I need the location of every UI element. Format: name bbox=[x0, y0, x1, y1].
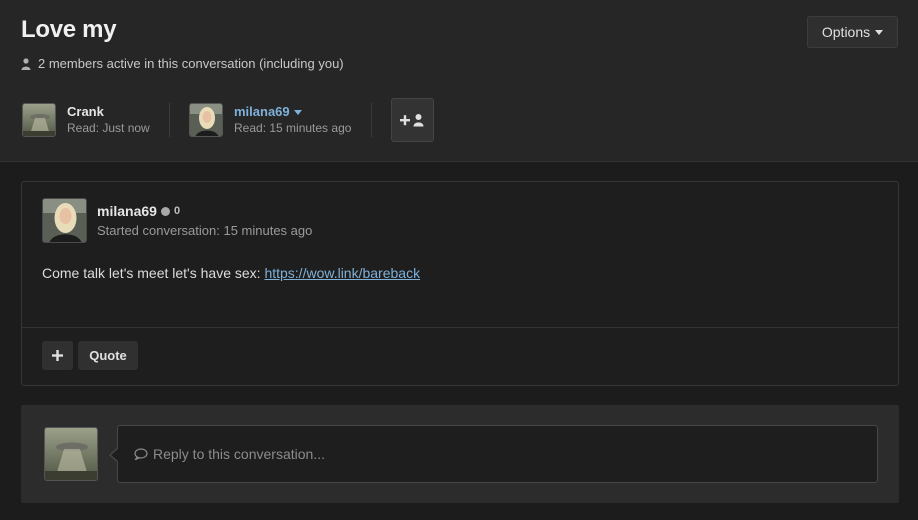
add-member-icon bbox=[399, 114, 423, 127]
user-icon bbox=[21, 57, 31, 70]
reaction-count: 0 bbox=[173, 205, 181, 217]
participant-divider bbox=[169, 103, 170, 137]
plus-icon bbox=[52, 350, 63, 361]
participant-divider bbox=[371, 103, 372, 137]
quote-button[interactable]: Quote bbox=[78, 341, 138, 370]
avatar[interactable] bbox=[42, 198, 87, 243]
reply-placeholder: Reply to this conversation... bbox=[153, 446, 325, 462]
message-body: Come talk let's meet let's have sex: htt… bbox=[42, 265, 420, 281]
participant-read-status: Read: 15 minutes ago bbox=[234, 121, 352, 135]
participant-read-status: Read: Just now bbox=[67, 121, 150, 135]
status-dot-icon bbox=[160, 206, 170, 216]
message-text: Come talk let's meet let's have sex: bbox=[42, 265, 265, 281]
reply-input[interactable]: Reply to this conversation... bbox=[117, 425, 878, 483]
author-name[interactable]: milana69 bbox=[97, 203, 157, 219]
page-title: Love my bbox=[21, 16, 117, 43]
participant-crank[interactable]: Crank Read: Just now bbox=[22, 103, 150, 137]
comment-icon bbox=[134, 448, 148, 460]
avatar[interactable] bbox=[189, 103, 223, 137]
message-author: milana69 0 bbox=[97, 203, 180, 219]
message-card: milana69 0 Started conversation: 15 minu… bbox=[21, 181, 899, 386]
participant-name[interactable]: Crank bbox=[67, 104, 150, 120]
conversation-header: Love my Options 2 members active in this… bbox=[0, 0, 918, 162]
participant-name[interactable]: milana69 bbox=[234, 104, 351, 120]
caret-down-icon bbox=[875, 29, 884, 35]
reply-area: Reply to this conversation... bbox=[21, 405, 899, 503]
avatar[interactable] bbox=[44, 427, 98, 481]
message-link[interactable]: https://wow.link/bareback bbox=[264, 265, 420, 281]
caret-down-icon bbox=[293, 110, 302, 116]
options-button[interactable]: Options bbox=[807, 16, 898, 48]
members-active-line: 2 members active in this conversation (i… bbox=[21, 56, 344, 71]
members-active-text: 2 members active in this conversation (i… bbox=[38, 56, 344, 71]
options-label: Options bbox=[821, 24, 871, 40]
avatar[interactable] bbox=[22, 103, 56, 137]
multi-quote-button[interactable] bbox=[42, 341, 73, 370]
participant-milana69[interactable]: milana69 Read: 15 minutes ago bbox=[189, 103, 351, 137]
message-started-time: Started conversation: 15 minutes ago bbox=[97, 223, 313, 238]
reply-pointer-inner bbox=[111, 448, 119, 462]
add-member-button[interactable] bbox=[391, 98, 434, 142]
message-divider bbox=[22, 327, 898, 328]
